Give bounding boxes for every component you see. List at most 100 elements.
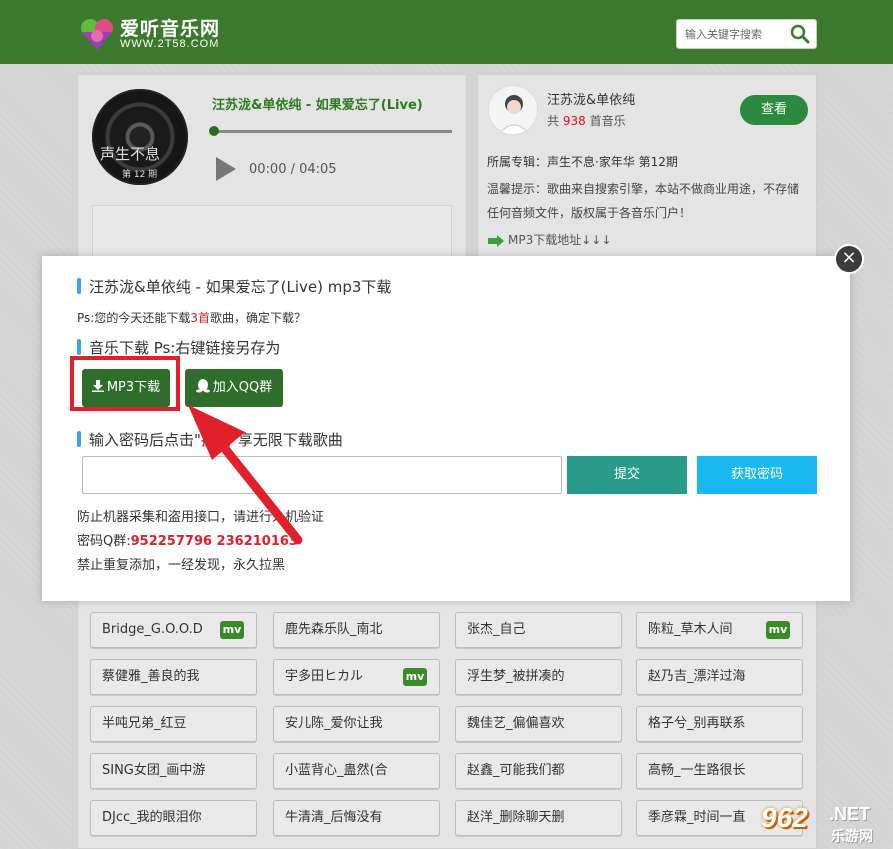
song-item[interactable]: 魏佳艺_偏偏喜欢 — [455, 706, 622, 742]
section-bar — [77, 339, 81, 355]
modal-title: 汪苏泷&单依纯 - 如果爱忘了(Live) mp3下载 — [89, 278, 392, 296]
song-item-label: DJcc_我的眼泪你 — [102, 810, 202, 825]
mp3-link-label: MP3下载地址↓↓↓ — [508, 233, 612, 247]
download-arrow-icon — [488, 234, 504, 247]
password-section-title: 输入密码后点击"提交"享无限下载歌曲 — [89, 431, 343, 449]
download-icon — [91, 380, 104, 392]
song-item-label: Bridge_G.O.O.D — [102, 622, 203, 637]
watermark-number: 962 — [761, 802, 808, 833]
section-bar — [77, 431, 81, 447]
qq-penguin-icon — [195, 379, 210, 393]
song-item[interactable]: SING女团_画中游 — [90, 753, 257, 789]
qq-group-numbers: 952257796 236210163 — [130, 534, 298, 549]
note-prefix: 密码Q群: — [77, 534, 131, 549]
song-item[interactable]: 高畅_一生路很长 — [636, 753, 803, 789]
song-item-label: 蔡健雅_善良的我 — [102, 669, 200, 684]
song-item[interactable]: 陈粒_草木人间 mv — [636, 612, 803, 648]
song-item[interactable]: 赵洋_删除聊天删 — [455, 800, 622, 836]
notice-text: 温馨提示：歌曲来自搜索引擎，本站不做商业用途，不存储任何音频文件，版权属于各音乐… — [487, 182, 800, 220]
ps-count: 3首 — [190, 311, 210, 325]
song-item[interactable]: 张杰_自己 — [455, 612, 622, 648]
song-item-label: 小蓝背心_蛊然(合 — [285, 763, 388, 778]
album-art: 声生不息 第 12 期 — [92, 89, 188, 185]
song-item[interactable]: 赵乃吉_漂洋过海 — [636, 659, 803, 695]
watermark-logo: 962 .NET 乐游网 — [753, 800, 893, 849]
verification-note: 防止机器采集和盗用接口，请进行人机验证 — [77, 510, 325, 525]
submit-button[interactable]: 提交 — [567, 456, 687, 494]
download-modal: 汪苏泷&单依纯 - 如果爱忘了(Live) mp3下载 Ps:您的今天还能下载3… — [42, 256, 850, 601]
close-button[interactable]: × — [834, 244, 864, 274]
section-bar — [77, 278, 81, 294]
get-password-button[interactable]: 获取密码 — [697, 456, 817, 494]
song-item[interactable]: 牛清清_后悔没有 — [273, 800, 440, 836]
ps-prefix: Ps:您的今天还能下载 — [77, 311, 191, 325]
song-item-label: 牛清清_后悔没有 — [285, 810, 383, 825]
mv-badge[interactable]: mv — [766, 621, 790, 639]
progress-knob[interactable] — [209, 126, 219, 136]
mv-badge[interactable]: mv — [403, 668, 427, 686]
avatar[interactable] — [488, 85, 538, 135]
count-suffix: 首音乐 — [589, 114, 626, 128]
site-url: WWW.2T58.COM — [120, 38, 220, 50]
qq-group-note: 密码Q群:952257796 236210163 — [77, 530, 298, 549]
song-item[interactable]: 安儿陈_爱你让我 — [273, 706, 440, 742]
song-item[interactable]: 宇多田ヒカル mv — [273, 659, 440, 695]
song-item-label: 鹿先森乐队_南北 — [285, 622, 383, 637]
watermark-net: .NET — [829, 804, 871, 824]
song-item-label: 赵洋_删除聊天删 — [467, 810, 565, 825]
ban-note: 禁止重复添加，一经发现，永久拉黑 — [77, 558, 286, 573]
site-logo[interactable]: 爱听音乐网 WWW.2T58.COM — [78, 14, 258, 54]
logo-hearts-icon — [81, 19, 113, 50]
progress-bar[interactable] — [209, 126, 452, 136]
song-item-label: 宇多田ヒカル — [285, 669, 364, 684]
song-grid: Bridge_G.O.O.D mv 鹿先森乐队_南北 张杰_自己 陈粒_草木人间 mv 蔡健… — [77, 600, 817, 849]
song-item-label: 张杰_自己 — [467, 622, 526, 637]
song-item[interactable]: 小蓝背心_蛊然(合 — [273, 753, 440, 789]
song-item[interactable]: DJcc_我的眼泪你 — [90, 800, 257, 836]
mp3-download-button[interactable]: MP3下载 — [82, 369, 170, 407]
search-box[interactable]: 输入关键字搜索 — [676, 19, 817, 49]
count-number: 938 — [562, 114, 586, 128]
site-header: 爱听音乐网 WWW.2T58.COM 输入关键字搜索 — [0, 0, 893, 64]
song-item-label: 安儿陈_爱你让我 — [285, 716, 383, 731]
song-item-label: 赵乃吉_漂洋过海 — [648, 669, 746, 684]
join-qq-group-button[interactable]: 加入QQ群 — [185, 369, 283, 407]
view-button[interactable]: 查看 — [740, 95, 808, 125]
person-icon — [498, 95, 530, 134]
song-item[interactable]: Bridge_G.O.O.D mv — [90, 612, 257, 648]
song-item[interactable]: 格子兮_别再联系 — [636, 706, 803, 742]
album-line: 所属专辑：声生不息·家年华 第12期 — [487, 155, 678, 169]
album-art-text: 声生不息 — [100, 145, 161, 163]
song-item[interactable]: 鹿先森乐队_南北 — [273, 612, 440, 648]
qq-button-label: 加入QQ群 — [212, 380, 273, 395]
time-display: 00:00 / 04:05 — [249, 162, 337, 177]
site-name: 爱听音乐网 — [120, 18, 221, 40]
song-item-label: 魏佳艺_偏偏喜欢 — [467, 716, 565, 731]
artist-name[interactable]: 汪苏泷&单依纯 — [547, 89, 635, 108]
mv-badge[interactable]: mv — [220, 621, 244, 639]
artist-song-count: 共 938 首音乐 — [547, 112, 626, 129]
count-prefix: 共 — [547, 114, 560, 128]
song-item-label: 半吨兄弟_红豆 — [102, 716, 187, 731]
search-icon[interactable] — [790, 24, 810, 44]
watermark-sub: 乐游网 — [831, 829, 873, 845]
download-limit-text: Ps:您的今天还能下载3首歌曲，确定下载？ — [77, 309, 306, 326]
mp3-link[interactable]: MP3下载地址↓↓↓ — [487, 231, 611, 248]
song-item-label: SING女团_画中游 — [102, 763, 206, 778]
song-item[interactable]: 蔡健雅_善良的我 — [90, 659, 257, 695]
download-section-title: 音乐下载 Ps:右键链接另存为 — [89, 339, 281, 357]
ps-suffix: 歌曲，确定下载？ — [209, 311, 306, 325]
song-item-label: 季彦霖_时间一直 — [648, 810, 746, 825]
song-item-label: 高畅_一生路很长 — [648, 763, 746, 778]
song-item-label: 格子兮_别再联系 — [648, 716, 746, 731]
song-item-label: 赵鑫_可能我们都 — [467, 763, 565, 778]
song-item[interactable]: 浮生梦_被拼凑的 — [455, 659, 622, 695]
password-input[interactable] — [82, 456, 562, 494]
song-item[interactable]: 赵鑫_可能我们都 — [455, 753, 622, 789]
search-input[interactable]: 输入关键字搜索 — [685, 26, 762, 42]
song-item[interactable]: 半吨兄弟_红豆 — [90, 706, 257, 742]
mp3-button-label: MP3下载 — [106, 380, 161, 395]
play-icon[interactable] — [214, 155, 238, 183]
song-title: 汪苏泷&单依纯 - 如果爱忘了(Live) — [212, 98, 423, 113]
song-item-label: 陈粒_草木人间 — [648, 622, 733, 637]
